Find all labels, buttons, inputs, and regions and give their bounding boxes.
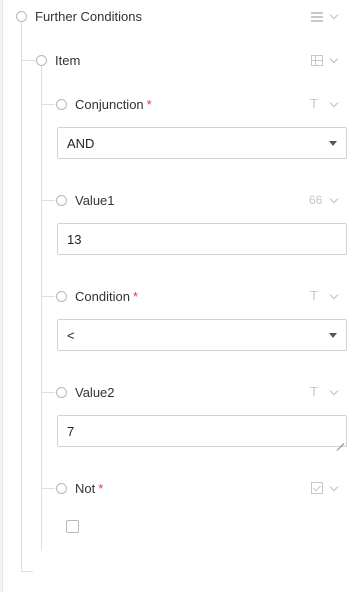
- chevron-down-icon[interactable]: [329, 194, 339, 204]
- condition-node-circle[interactable]: [56, 291, 67, 302]
- tree-line-item: [41, 66, 42, 551]
- condition-select[interactable]: <: [57, 319, 347, 351]
- required-asterisk: *: [132, 289, 138, 304]
- condition-value: <: [67, 328, 75, 343]
- chevron-down-icon[interactable]: [329, 54, 339, 64]
- chevron-down-icon[interactable]: [329, 290, 339, 300]
- left-gutter: [0, 0, 3, 592]
- tree-line-condition-branch: [41, 296, 55, 297]
- value1-label: Value1: [75, 193, 115, 208]
- tree-line-conjunction-branch: [41, 104, 55, 105]
- conjunction-select[interactable]: AND: [57, 127, 347, 159]
- resize-handle-icon[interactable]: [336, 436, 344, 444]
- condition-label-text: Condition: [75, 289, 130, 304]
- checkbox-type-icon[interactable]: [311, 482, 323, 494]
- tree-line-root-end: [21, 571, 33, 572]
- not-label-text: Not: [75, 481, 96, 496]
- text-type-icon[interactable]: T: [310, 97, 318, 110]
- text-type-icon[interactable]: T: [310, 385, 318, 398]
- chevron-down-icon[interactable]: [329, 98, 339, 108]
- not-checkbox[interactable]: [66, 520, 79, 533]
- value2-value: 7: [67, 424, 75, 439]
- item-node-circle[interactable]: [36, 55, 47, 66]
- value2-label: Value2: [75, 385, 115, 400]
- further-conditions-label: Further Conditions: [35, 9, 142, 24]
- chevron-down-icon[interactable]: [329, 482, 339, 492]
- quote-icon[interactable]: 66: [309, 194, 322, 207]
- further-conditions-panel: Further Conditions Item Conjunction * T A…: [0, 0, 361, 592]
- conjunction-value: AND: [67, 136, 95, 151]
- value1-node-circle[interactable]: [56, 195, 67, 206]
- required-asterisk: *: [146, 97, 152, 112]
- item-label: Item: [55, 53, 81, 68]
- tree-line-item-branch: [21, 60, 37, 61]
- required-asterisk: *: [98, 481, 104, 496]
- value1-input[interactable]: 13: [57, 223, 347, 255]
- value1-value: 13: [67, 232, 82, 247]
- conjunction-label: Conjunction *: [75, 97, 152, 112]
- not-node-circle[interactable]: [56, 483, 67, 494]
- chevron-down-icon[interactable]: [329, 386, 339, 396]
- tree-line-not-branch: [41, 488, 55, 489]
- tree-line-value2-branch: [41, 392, 55, 393]
- further-conditions-node-circle[interactable]: [16, 11, 27, 22]
- tree-line-value1-branch: [41, 200, 55, 201]
- conjunction-node-circle[interactable]: [56, 99, 67, 110]
- dropdown-caret-icon[interactable]: [329, 141, 337, 146]
- table-icon[interactable]: [311, 55, 323, 66]
- not-label: Not *: [75, 481, 103, 496]
- value2-node-circle[interactable]: [56, 387, 67, 398]
- dropdown-caret-icon[interactable]: [329, 333, 337, 338]
- list-icon[interactable]: [311, 12, 323, 22]
- conjunction-label-text: Conjunction: [75, 97, 144, 112]
- value2-textarea[interactable]: 7: [57, 415, 347, 447]
- text-type-icon[interactable]: T: [310, 289, 318, 302]
- condition-label: Condition *: [75, 289, 138, 304]
- chevron-down-icon[interactable]: [329, 10, 339, 20]
- tree-line-root: [21, 22, 22, 572]
